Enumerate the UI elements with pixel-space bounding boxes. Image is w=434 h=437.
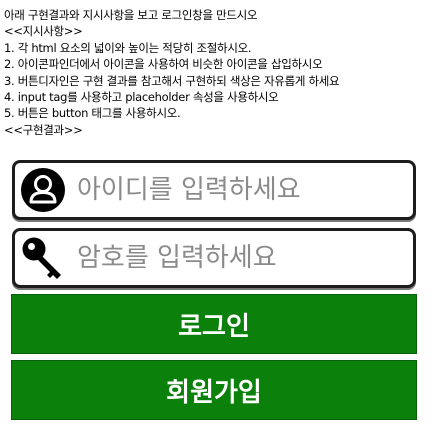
instruction-line: 5. 버튼은 button 태그를 사용하시오. [4, 106, 181, 121]
password-input[interactable] [77, 243, 397, 273]
login-button[interactable]: 로그인 [11, 294, 417, 354]
instruction-line: 3. 버튼디자인은 구현 결과를 참고해서 구현하되 색상은 자유롭게 하세요 [4, 73, 340, 88]
instruction-line: <<지시사항>> [4, 24, 83, 39]
user-icon [19, 166, 67, 214]
password-field-container[interactable] [12, 228, 416, 288]
instruction-line: 아래 구현결과와 지시사항을 보고 로그인창을 만드시오 [4, 8, 258, 22]
key-icon [19, 234, 67, 282]
instruction-line: 1. 각 html 요소의 넓이와 높이는 적당히 조절하시오. [4, 40, 252, 55]
instructions-text: 아래 구현결과와 지시사항을 보고 로그인창을 만드시오 <<지시사항>> 1.… [4, 7, 340, 138]
instruction-line: 4. input tag를 사용하고 placeholder 속성을 사용하시오 [4, 89, 279, 104]
id-field-container[interactable] [12, 160, 416, 220]
instruction-line: <<구현결과>> [4, 122, 83, 137]
id-input[interactable] [77, 175, 397, 205]
instruction-line: 2. 아이콘파인더에서 아이콘을 사용하여 비슷한 아이콘을 삽입하시오 [4, 57, 323, 72]
join-button[interactable]: 회원가입 [11, 360, 417, 420]
